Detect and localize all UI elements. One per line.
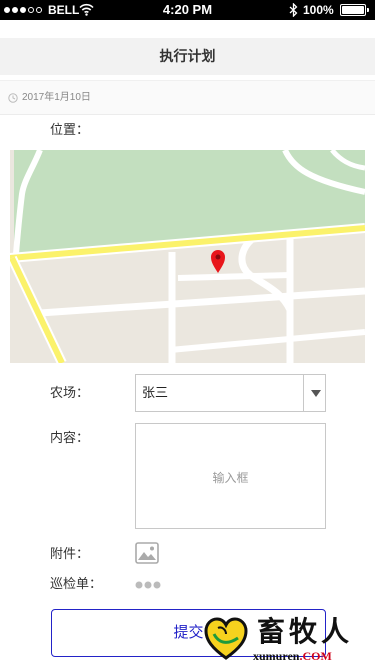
select-divider [303,375,304,411]
farm-select[interactable]: 张三 [135,374,326,412]
map-canvas [10,150,365,363]
content-input[interactable] [135,423,326,529]
battery-nub [367,8,369,12]
battery-fill [342,6,364,14]
plan-date: 2017年1月10日 [22,92,91,103]
app-screen: BELL 4:20 PM 100% 执行计划 2017年1月10日 位置： 农场… [0,0,375,667]
inspection-label: 巡检单： [50,576,103,591]
status-bar: BELL 4:20 PM 100% [0,0,375,20]
battery-icon [340,4,366,16]
battery-percent: 100% [303,3,334,17]
location-label: 位置： [50,122,90,137]
bluetooth-icon [289,3,298,17]
attachment-label: 附件： [50,546,90,561]
ellipsis-icon[interactable] [135,580,161,590]
farm-select-value: 张三 [142,385,169,400]
farm-label: 农场： [50,385,90,400]
chevron-down-icon[interactable] [311,390,321,397]
nav-bar: 执行计划 [0,38,375,75]
image-icon[interactable] [135,542,159,564]
location-map[interactable] [10,150,365,363]
page-title: 执行计划 [159,48,216,64]
content-label: 内容： [50,430,90,445]
date-row: 2017年1月10日 [0,80,375,115]
submit-button[interactable]: 提交 [51,609,326,657]
clock-icon [8,93,18,103]
